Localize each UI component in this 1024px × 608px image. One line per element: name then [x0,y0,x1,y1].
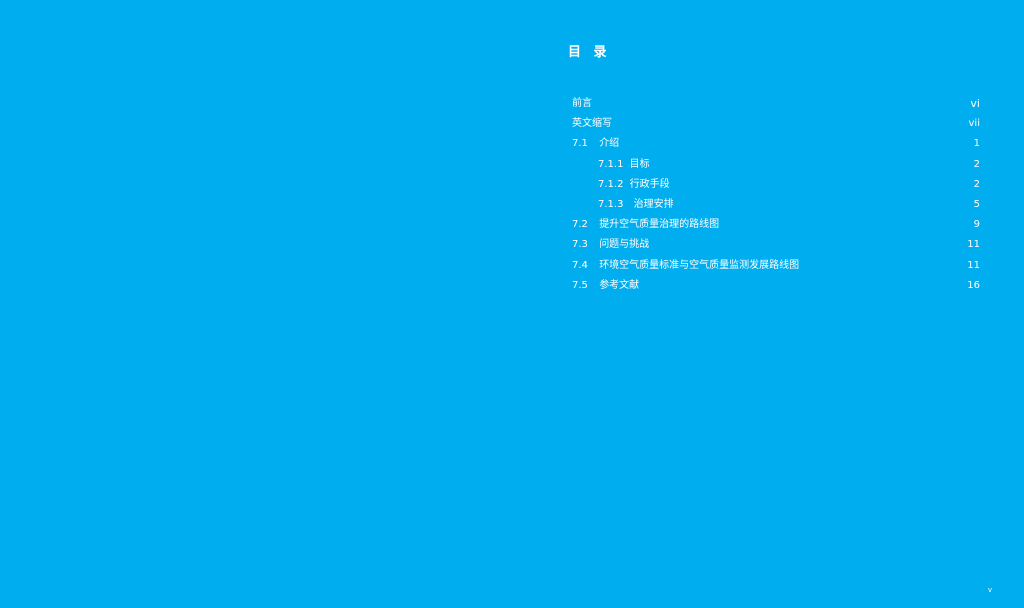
toc-entry[interactable]: 7.4 环境空气质量标准与空气质量监测发展路线图 11 [572,256,982,276]
toc-entry-number: 7.1 [572,138,588,150]
toc-entry[interactable]: 7.2 提升空气质量治理的路线图 9 [572,215,982,235]
toc-entry-number: 7.4 [572,259,588,271]
toc-entry-number: 7.1.2 [598,178,624,190]
toc-entry-page: vii [968,118,980,130]
toc-entry[interactable]: 前言 vi [572,94,982,114]
toc-entry[interactable]: 7.1 介绍 1 [572,134,982,154]
toc-entry[interactable]: 7.5 参考文献 16 [572,276,982,296]
toc-entry-label: 问题与挑战 [599,239,650,251]
toc-entry-number: 7.1.1 [598,158,624,170]
toc-entry-page: 1 [973,138,980,150]
page-number: v [987,586,992,594]
toc-entry-label: 介绍 [599,138,620,150]
toc-entry-number: 7.3 [572,239,588,251]
toc-entry-label: 提升空气质量治理的路线图 [599,219,720,231]
toc-entry-page: 5 [973,198,980,210]
toc-subentry[interactable]: 7.1.1 目标 2 [572,155,982,175]
toc-entry-label: 目标 [629,158,650,170]
toc-entry-label: 行政手段 [629,178,670,190]
toc-entry-label: 治理安排 [633,198,674,210]
toc-entry-page: 2 [973,178,980,190]
toc-subentry[interactable]: 7.1.3 治理安排 5 [572,195,982,215]
toc-entry-page: 9 [973,219,980,231]
toc-list: 前言 vi 英文缩写 vii 7.1 介绍 1 7.1.1 目标 2 7.1.2… [572,94,982,296]
toc-entry-page: vi [970,97,980,110]
toc-entry[interactable]: 7.3 问题与挑战 11 [572,235,982,255]
toc-subentry[interactable]: 7.1.2 行政手段 2 [572,175,982,195]
toc-entry-page: 11 [967,239,980,251]
toc-title: 目 录 [568,45,611,60]
toc-entry-label: 环境空气质量标准与空气质量监测发展路线图 [599,259,800,271]
toc-entry-page: 11 [967,259,980,271]
toc-entry-number: 7.2 [572,219,588,231]
toc-entry[interactable]: 英文缩写 vii [572,114,982,134]
toc-entry-label: 前言 [572,98,592,109]
toc-entry-page: 2 [973,158,980,170]
toc-entry-number: 7.5 [572,279,588,291]
toc-entry-label: 英文缩写 [572,118,612,130]
toc-entry-page: 16 [967,279,980,291]
toc-entry-number: 7.1.3 [598,198,624,210]
toc-entry-label: 参考文献 [599,279,640,291]
